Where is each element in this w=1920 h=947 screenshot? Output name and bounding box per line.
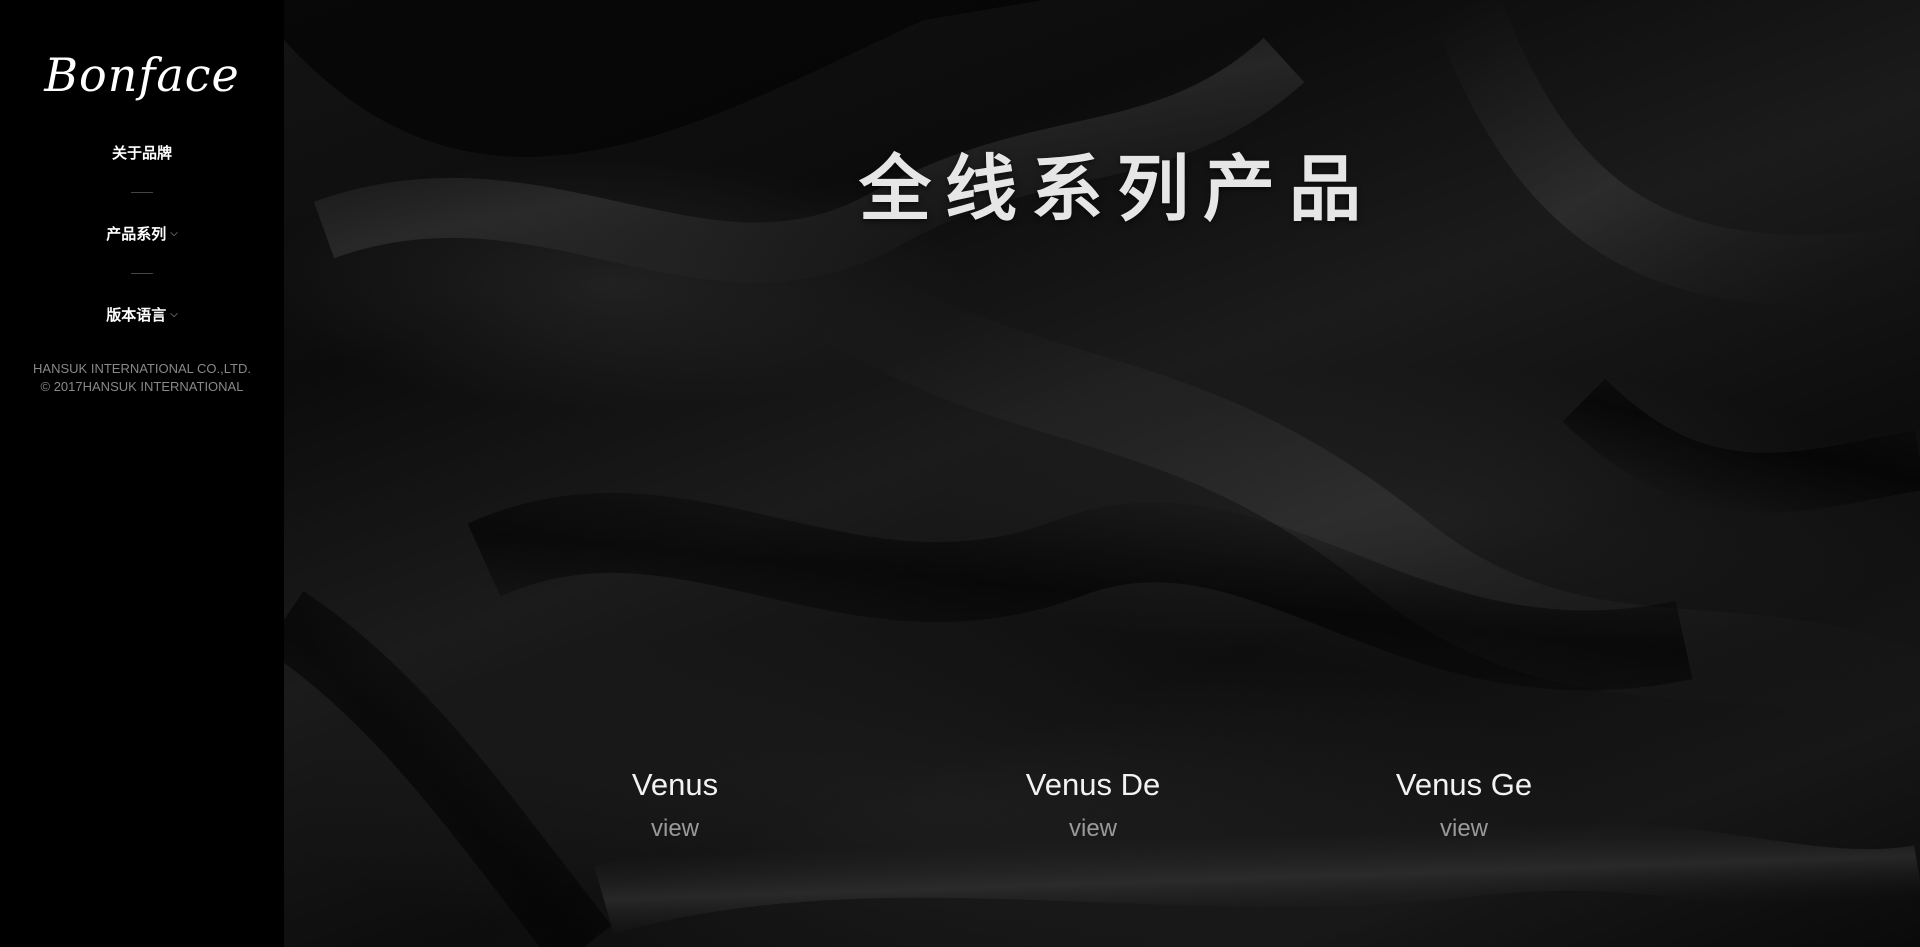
view-link[interactable]: view — [1314, 814, 1614, 844]
product-card-venus-ge[interactable]: Venus Ge view — [1314, 766, 1614, 844]
main-content: 全线系列产品 Venus view Venus De view Venus Ge… — [284, 0, 1920, 947]
chevron-down-icon: ⌵ — [170, 308, 178, 320]
nav-item-about-brand[interactable]: 关于品牌 — [112, 142, 172, 162]
nav-item-label: 产品系列 — [106, 224, 167, 243]
product-name: Venus — [631, 767, 719, 802]
chevron-down-icon: ⌵ — [170, 227, 178, 239]
nav-item-language[interactable]: 版本语言 ⌵ — [106, 304, 178, 324]
product-name: Venus De — [1025, 767, 1161, 802]
nav-divider — [130, 192, 153, 193]
product-card-venus[interactable]: Venus view — [525, 766, 825, 844]
page-title: 全线系列产品 — [858, 146, 1375, 231]
copyright: HANSUK INTERNATIONAL CO.,LTD. © 2017HANS… — [33, 360, 251, 396]
copyright-year: © 2017HANSUK INTERNATIONAL — [40, 379, 244, 394]
page: Bonface 关于品牌 产品系列 ⌵ 版本语言 ⌵ HANSUK INTERN… — [0, 0, 1920, 947]
sidebar-nav: 关于品牌 产品系列 ⌵ 版本语言 ⌵ — [106, 142, 178, 324]
nav-item-label: 版本语言 — [106, 305, 167, 324]
view-link[interactable]: view — [943, 814, 1243, 844]
nav-item-product-series[interactable]: 产品系列 ⌵ — [106, 223, 178, 243]
copyright-company: HANSUK INTERNATIONAL CO.,LTD. — [33, 361, 251, 376]
brand-logo[interactable]: Bonface — [44, 52, 240, 98]
view-link[interactable]: view — [525, 814, 825, 844]
product-card-venus-de[interactable]: Venus De view — [943, 766, 1243, 844]
nav-divider — [130, 273, 153, 274]
nav-item-label: 关于品牌 — [111, 143, 172, 162]
sidebar: Bonface 关于品牌 产品系列 ⌵ 版本语言 ⌵ HANSUK INTERN… — [0, 0, 284, 947]
product-name: Venus Ge — [1395, 767, 1533, 802]
